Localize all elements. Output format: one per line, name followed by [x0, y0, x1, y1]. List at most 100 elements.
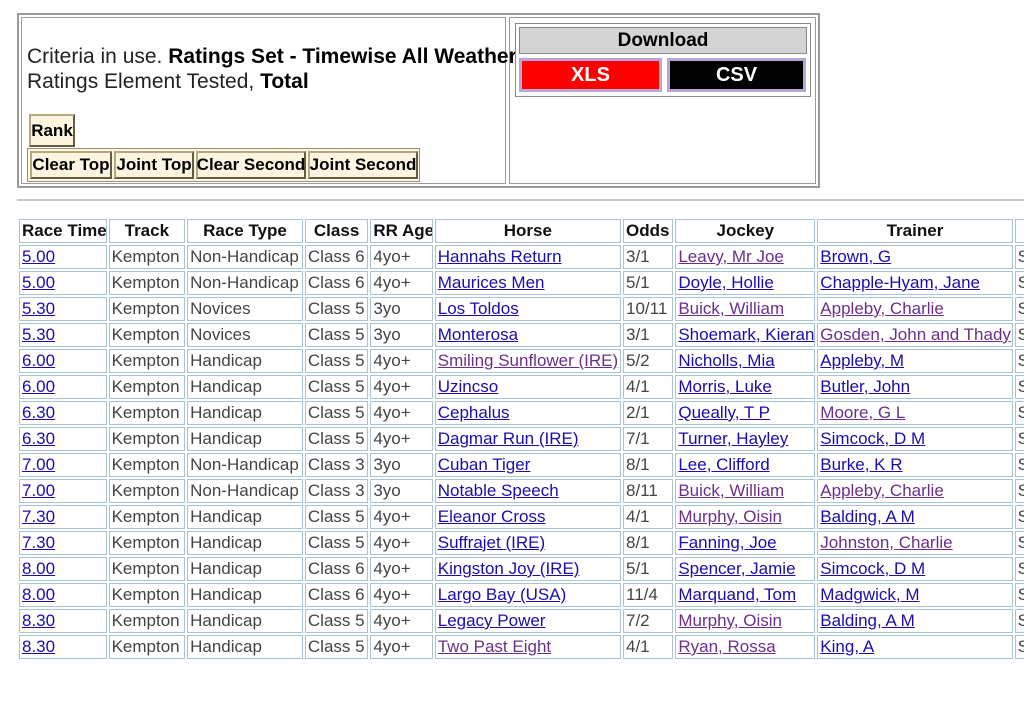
jockey-link[interactable]: Queally, T P — [678, 403, 770, 422]
rank-button[interactable]: Rank — [29, 114, 75, 147]
col-header-odds[interactable]: Odds — [623, 219, 674, 243]
trainer-link[interactable]: Simcock, D M — [820, 429, 925, 448]
horse-cell: Los Toldos — [434, 297, 621, 321]
trainer-link[interactable]: King, A — [820, 637, 874, 656]
race-time-link[interactable]: 8.00 — [22, 585, 55, 604]
trainer-link[interactable]: Moore, G L — [820, 403, 905, 422]
col-header-horse[interactable]: Horse — [434, 219, 621, 243]
trainer-link[interactable]: Appleby, M — [820, 351, 904, 370]
race-time-cell: 6.00 — [19, 349, 107, 373]
horse-link[interactable]: Eleanor Cross — [438, 507, 546, 526]
jockey-cell: Fanning, Joe — [675, 531, 816, 555]
horse-link[interactable]: Monterosa — [438, 325, 518, 344]
trainer-link[interactable]: Butler, John — [820, 377, 910, 396]
jockey-link[interactable]: Ryan, Rossa — [678, 637, 775, 656]
rr-age-cell: 3yo — [370, 297, 433, 321]
horse-link[interactable]: Kingston Joy (IRE) — [438, 559, 580, 578]
col-header-race-time[interactable]: Race Time — [19, 219, 107, 243]
trainer-link[interactable]: Gosden, John and Thady — [820, 325, 1011, 344]
trainer-link[interactable]: Chapple-Hyam, Jane — [820, 273, 980, 292]
jockey-link[interactable]: Leavy, Mr Joe — [678, 247, 784, 266]
race-time-link[interactable]: 7.30 — [22, 533, 55, 552]
jockey-link[interactable]: Buick, William — [678, 299, 784, 318]
race-time-link[interactable]: 7.00 — [22, 481, 55, 500]
clear-second-button[interactable]: Clear Second — [196, 151, 306, 179]
horse-link[interactable]: Two Past Eight — [438, 637, 551, 656]
jockey-cell: Morris, Luke — [675, 375, 816, 399]
jockey-cell: Turner, Hayley — [675, 427, 816, 451]
race-type-cell: Non-Handicap — [187, 479, 303, 503]
horse-link[interactable]: Uzincso — [438, 377, 498, 396]
download-box: Download XLS CSV — [509, 17, 816, 184]
race-time-link[interactable]: 7.30 — [22, 507, 55, 526]
horse-link[interactable]: Legacy Power — [438, 611, 546, 630]
jockey-link[interactable]: Murphy, Oisin — [678, 507, 782, 526]
race-time-link[interactable]: 8.30 — [22, 637, 55, 656]
race-time-link[interactable]: 8.30 — [22, 611, 55, 630]
jockey-link[interactable]: Murphy, Oisin — [678, 611, 782, 630]
race-time-link[interactable]: 5.00 — [22, 247, 55, 266]
xls-download-button[interactable]: XLS — [519, 58, 662, 92]
joint-top-button[interactable]: Joint Top — [114, 151, 194, 179]
jockey-link[interactable]: Doyle, Hollie — [678, 273, 773, 292]
horse-link[interactable]: Hannahs Return — [438, 247, 562, 266]
race-time-link[interactable]: 6.00 — [22, 351, 55, 370]
race-time-link[interactable]: 6.30 — [22, 403, 55, 422]
race-time-link[interactable]: 5.00 — [22, 273, 55, 292]
race-time-link[interactable]: 5.30 — [22, 325, 55, 344]
col-header-jockey[interactable]: Jockey — [675, 219, 816, 243]
trainer-link[interactable]: Appleby, Charlie — [820, 481, 943, 500]
jockey-link[interactable]: Morris, Luke — [678, 377, 772, 396]
race-type-cell: Novices — [187, 297, 303, 321]
results-table-body: 5.00 Kempton Non-Handicap Class 6 4yo+ Hannah… — [19, 245, 1024, 659]
race-time-link[interactable]: 7.00 — [22, 455, 55, 474]
horse-link[interactable]: Smiling Sunflower (IRE) — [438, 351, 618, 370]
race-time-link[interactable]: 5.30 — [22, 299, 55, 318]
col-header-track[interactable]: Track — [108, 219, 186, 243]
horse-link[interactable]: Largo Bay (USA) — [438, 585, 567, 604]
trainer-link[interactable]: Appleby, Charlie — [820, 299, 943, 318]
class-cell: Class 3 — [304, 453, 369, 477]
race-time-cell: 5.00 — [19, 245, 107, 269]
trainer-link[interactable]: Balding, A M — [820, 611, 915, 630]
jockey-link[interactable]: Fanning, Joe — [678, 533, 776, 552]
trainer-link[interactable]: Balding, A M — [820, 507, 915, 526]
horse-link[interactable]: Notable Speech — [438, 481, 559, 500]
horse-link[interactable]: Cephalus — [438, 403, 510, 422]
horse-link[interactable]: Maurices Men — [438, 273, 545, 292]
odds-cell: 8/1 — [623, 531, 674, 555]
race-type-cell: Novices — [187, 323, 303, 347]
trainer-link[interactable]: Johnston, Charlie — [820, 533, 952, 552]
race-time-link[interactable]: 8.00 — [22, 559, 55, 578]
clear-top-button[interactable]: Clear Top — [30, 151, 112, 179]
trainer-link[interactable]: Madgwick, M — [820, 585, 919, 604]
rr-age-cell: 4yo+ — [370, 401, 433, 425]
jockey-link[interactable]: Marquand, Tom — [678, 585, 796, 604]
race-time-link[interactable]: 6.00 — [22, 377, 55, 396]
table-header-row: Race Time Track Race Type Class RR Age H… — [19, 219, 1024, 243]
col-header-class[interactable]: Class — [304, 219, 369, 243]
trainer-link[interactable]: Burke, K R — [820, 455, 902, 474]
extra-cell: S — [1014, 453, 1024, 477]
jockey-link[interactable]: Buick, William — [678, 481, 784, 500]
jockey-link[interactable]: Lee, Clifford — [678, 455, 769, 474]
trainer-link[interactable]: Brown, G — [820, 247, 891, 266]
horse-link[interactable]: Dagmar Run (IRE) — [438, 429, 579, 448]
jockey-link[interactable]: Nicholls, Mia — [678, 351, 774, 370]
extra-cell: S — [1014, 401, 1024, 425]
trainer-link[interactable]: Simcock, D M — [820, 559, 925, 578]
col-header-race-type[interactable]: Race Type — [187, 219, 303, 243]
horse-link[interactable]: Cuban Tiger — [438, 455, 531, 474]
download-title: Download — [519, 27, 807, 54]
jockey-link[interactable]: Shoemark, Kieran — [678, 325, 814, 344]
jockey-link[interactable]: Spencer, Jamie — [678, 559, 795, 578]
race-type-cell: Non-Handicap — [187, 453, 303, 477]
col-header-trainer[interactable]: Trainer — [817, 219, 1013, 243]
col-header-rr-age[interactable]: RR Age — [370, 219, 433, 243]
jockey-link[interactable]: Turner, Hayley — [678, 429, 788, 448]
csv-download-button[interactable]: CSV — [667, 58, 806, 92]
joint-second-button[interactable]: Joint Second — [308, 151, 418, 179]
horse-link[interactable]: Los Toldos — [438, 299, 519, 318]
horse-link[interactable]: Suffrajet (IRE) — [438, 533, 545, 552]
race-time-link[interactable]: 6.30 — [22, 429, 55, 448]
